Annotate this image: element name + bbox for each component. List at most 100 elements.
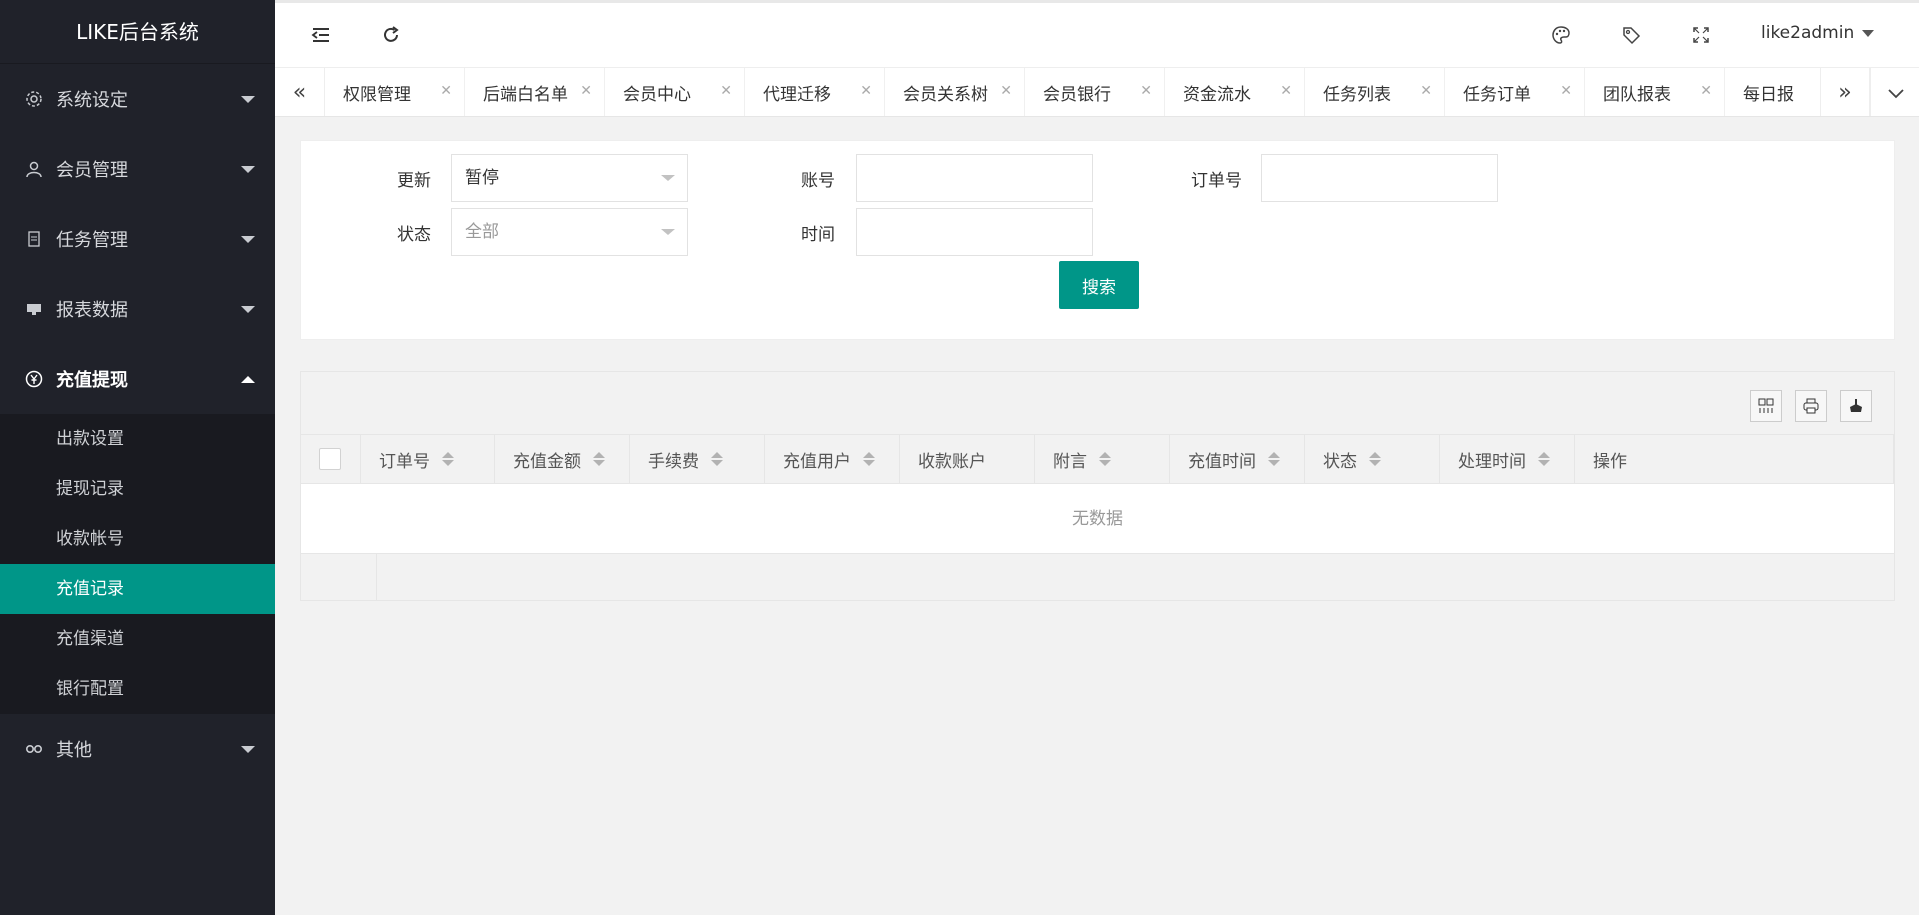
account-input[interactable] xyxy=(856,154,1093,202)
submenu-item-recharge-records[interactable]: 充值记录 xyxy=(0,564,275,614)
sort-icon[interactable] xyxy=(863,452,875,466)
sidebar-item-task-management[interactable]: 任务管理 xyxy=(0,204,275,274)
collapse-sidebar-icon[interactable] xyxy=(307,21,335,49)
sidebar-item-recharge-withdraw[interactable]: 充值提现 xyxy=(0,344,275,414)
sidebar-item-system-settings[interactable]: 系统设定 xyxy=(0,64,275,134)
tag-icon[interactable] xyxy=(1617,21,1645,49)
sidebar-item-label: 会员管理 xyxy=(56,160,128,181)
user-icon xyxy=(24,159,44,179)
submenu-item-recharge-channels[interactable]: 充值渠道 xyxy=(0,614,275,664)
close-icon[interactable]: ✕ xyxy=(1000,83,1012,99)
tab-label: 会员关系树 xyxy=(903,85,988,105)
chevron-down-icon xyxy=(241,166,255,173)
time-input[interactable] xyxy=(856,208,1093,256)
close-icon[interactable]: ✕ xyxy=(580,83,592,99)
column-label: 操作 xyxy=(1593,451,1627,472)
monitor-icon xyxy=(24,299,44,319)
tab-label: 资金流水 xyxy=(1183,85,1251,105)
table-footer-cell xyxy=(301,554,377,600)
tab-label: 任务订单 xyxy=(1463,85,1531,105)
update-select[interactable]: 暂停 xyxy=(451,154,688,202)
close-icon[interactable]: ✕ xyxy=(1280,83,1292,99)
sort-icon[interactable] xyxy=(1538,452,1550,466)
column-header-amount[interactable]: 充值金额 xyxy=(495,435,630,483)
tab-fund-flow[interactable]: 资金流水 ✕ xyxy=(1165,68,1305,116)
tab-label: 团队报表 xyxy=(1603,85,1671,105)
tab-member-tree[interactable]: 会员关系树 ✕ xyxy=(885,68,1025,116)
column-header-status[interactable]: 状态 xyxy=(1305,435,1440,483)
theme-palette-icon[interactable] xyxy=(1547,21,1575,49)
order-number-label: 订单号 xyxy=(1191,171,1242,191)
data-table: 订单号 充值金额 手续费 充值用户 收款账户 附言 充值时间 状态 处理时间 操… xyxy=(300,371,1895,601)
columns-filter-icon[interactable] xyxy=(1750,390,1782,422)
tab-team-report[interactable]: 团队报表 ✕ xyxy=(1585,68,1725,116)
tab-label: 每日报 xyxy=(1743,85,1794,105)
close-icon[interactable]: ✕ xyxy=(720,83,732,99)
tab-strip: 权限管理 ✕ 后端白名单 ✕ 会员中心 ✕ 代理迁移 ✕ 会员关系树 ✕ 会员银行 ✕ 资金… xyxy=(325,68,1865,116)
sort-icon[interactable] xyxy=(1099,452,1111,466)
close-icon[interactable]: ✕ xyxy=(1420,83,1432,99)
sidebar-item-member-management[interactable]: 会员管理 xyxy=(0,134,275,204)
tab-task-list[interactable]: 任务列表 ✕ xyxy=(1305,68,1445,116)
sidebar-item-label: 系统设定 xyxy=(56,90,128,111)
column-header-fee[interactable]: 手续费 xyxy=(630,435,765,483)
tab-task-orders[interactable]: 任务订单 ✕ xyxy=(1445,68,1585,116)
sort-icon[interactable] xyxy=(593,452,605,466)
column-label: 状态 xyxy=(1323,451,1357,472)
top-header: like2admin xyxy=(275,0,1919,67)
sidebar-item-report-data[interactable]: 报表数据 xyxy=(0,274,275,344)
column-header-actions: 操作 xyxy=(1575,435,1894,483)
tab-member-bank[interactable]: 会员银行 ✕ xyxy=(1025,68,1165,116)
sort-icon[interactable] xyxy=(1268,452,1280,466)
export-icon[interactable] xyxy=(1840,390,1872,422)
close-icon[interactable]: ✕ xyxy=(1140,83,1152,99)
column-header-receiving-account: 收款账户 xyxy=(900,435,1035,483)
column-header-remark[interactable]: 附言 xyxy=(1035,435,1170,483)
submenu-item-payout-settings[interactable]: 出款设置 xyxy=(0,414,275,464)
close-icon[interactable]: ✕ xyxy=(1560,83,1572,99)
chevron-up-icon xyxy=(241,376,255,383)
sort-icon[interactable] xyxy=(442,452,454,466)
order-number-input[interactable] xyxy=(1261,154,1498,202)
table-header: 订单号 充值金额 手续费 充值用户 收款账户 附言 充值时间 状态 处理时间 操… xyxy=(301,434,1894,484)
tab-label: 会员银行 xyxy=(1043,85,1111,105)
tabs-scroll-left-icon[interactable]: « xyxy=(275,68,325,116)
gear-icon xyxy=(24,89,44,109)
column-header-process-time[interactable]: 处理时间 xyxy=(1440,435,1575,483)
close-icon[interactable]: ✕ xyxy=(440,83,452,99)
submenu-item-receiving-accounts[interactable]: 收款帐号 xyxy=(0,514,275,564)
column-header-user[interactable]: 充值用户 xyxy=(765,435,900,483)
close-icon[interactable]: ✕ xyxy=(860,83,872,99)
close-icon[interactable]: ✕ xyxy=(1700,83,1712,99)
tab-backend-whitelist[interactable]: 后端白名单 ✕ xyxy=(465,68,605,116)
status-select-value: 全部 xyxy=(465,222,499,242)
tab-agent-migration[interactable]: 代理迁移 ✕ xyxy=(745,68,885,116)
chevron-down-icon xyxy=(241,96,255,103)
chevron-down-icon xyxy=(661,229,675,235)
search-button[interactable]: 搜索 xyxy=(1059,261,1139,309)
empty-state: 无数据 xyxy=(301,484,1894,554)
tab-member-center[interactable]: 会员中心 ✕ xyxy=(605,68,745,116)
column-header-recharge-time[interactable]: 充值时间 xyxy=(1170,435,1305,483)
refresh-icon[interactable] xyxy=(377,21,405,49)
sidebar-item-other[interactable]: 其他 xyxy=(0,714,275,784)
tabs-menu-chevron-down-icon[interactable] xyxy=(1870,68,1919,116)
tabs-scroll-right-icon[interactable]: » xyxy=(1820,68,1870,116)
status-select[interactable]: 全部 xyxy=(451,208,688,256)
app-logo-title: LIKE后台系统 xyxy=(0,0,275,64)
tab-label: 后端白名单 xyxy=(483,85,568,105)
column-header-order-number[interactable]: 订单号 xyxy=(361,435,495,483)
tab-label: 任务列表 xyxy=(1323,85,1391,105)
submenu-item-withdraw-records[interactable]: 提现记录 xyxy=(0,464,275,514)
user-menu[interactable]: like2admin xyxy=(1761,23,1875,43)
submenu-item-bank-config[interactable]: 银行配置 xyxy=(0,664,275,714)
tab-permission-management[interactable]: 权限管理 ✕ xyxy=(325,68,465,116)
print-icon[interactable] xyxy=(1795,390,1827,422)
fullscreen-icon[interactable] xyxy=(1687,21,1715,49)
submenu-recharge-withdraw: 出款设置 提现记录 收款帐号 充值记录 充值渠道 银行配置 xyxy=(0,414,275,714)
column-label: 充值时间 xyxy=(1188,451,1256,472)
yen-icon xyxy=(24,369,44,389)
select-all-checkbox[interactable] xyxy=(319,448,341,470)
sort-icon[interactable] xyxy=(1369,452,1381,466)
sort-icon[interactable] xyxy=(711,452,723,466)
